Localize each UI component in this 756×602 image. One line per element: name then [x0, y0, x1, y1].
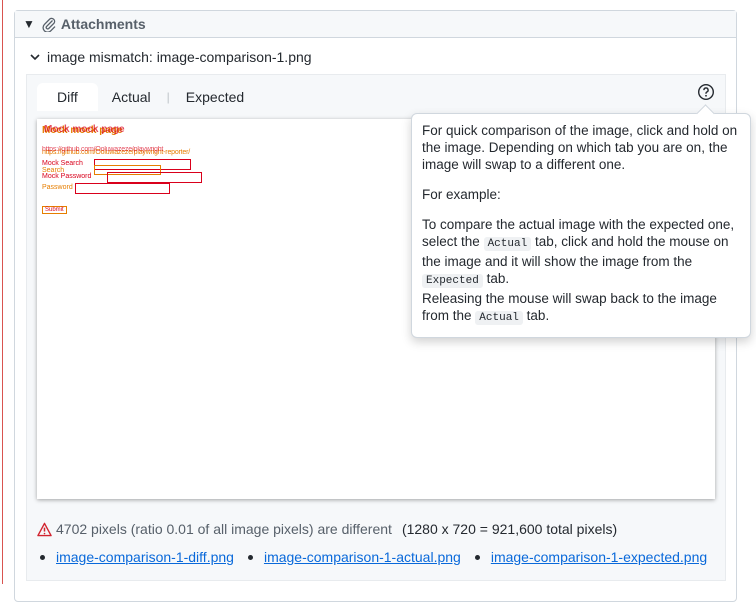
diff-image-title-overlay: Mock mock page — [44, 124, 125, 135]
diff-image-input-box — [75, 183, 170, 194]
list-item: image-comparison-1-diff.png — [40, 549, 234, 565]
diff-image-link[interactable]: image-comparison-1-diff.png — [56, 549, 234, 565]
bullet — [40, 554, 45, 560]
attachment-links: image-comparison-1-diff.png image-compar… — [40, 549, 721, 565]
bullet — [247, 554, 253, 560]
tooltip-code: Expected — [422, 274, 483, 288]
attachment-item-header[interactable]: image mismatch: image-comparison-1.png — [29, 49, 312, 65]
expected-image-link[interactable]: image-comparison-1-expected.png — [491, 549, 707, 565]
tab-expected[interactable]: Expected — [172, 83, 258, 111]
tooltip-paragraph: For quick comparison of the image, click… — [422, 123, 738, 172]
diff-stats: 4702 pixels (ratio 0.01 of all image pix… — [37, 521, 617, 537]
chevron-down-icon[interactable] — [29, 51, 41, 63]
diff-pixels-text: 4702 pixels (ratio 0.01 of all image pix… — [56, 521, 392, 537]
tooltip-code: Actual — [483, 237, 532, 251]
diff-image-field-label: Mock Search — [42, 160, 83, 167]
tab-separator: | — [166, 90, 170, 104]
diff-image-input-box — [107, 172, 202, 183]
tooltip-code: Actual — [475, 311, 523, 325]
tab-actual[interactable]: Actual — [98, 83, 165, 111]
tab-diff[interactable]: Diff — [37, 83, 98, 111]
help-circle-icon[interactable] — [697, 83, 715, 101]
diff-image-submit: Submit — [42, 206, 67, 214]
tooltip-paragraph: For example: — [422, 187, 501, 202]
tooltip-paragraph: Releasing the mouse will swap back to th… — [422, 290, 740, 327]
attachment-item-title: image mismatch: image-comparison-1.png — [47, 49, 312, 65]
attachments-header-label: Attachments — [60, 16, 146, 32]
diff-image-url-overlay: https://github.com/Ooluwazeze/playwright — [42, 146, 164, 153]
tooltip-paragraph: To compare the actual image with the exp… — [422, 216, 740, 290]
attachments-header[interactable]: ▼ Attachments — [15, 11, 736, 38]
bullet — [474, 554, 480, 560]
caret-down-icon[interactable]: ▼ — [23, 17, 35, 31]
tooltip-text: tab. — [486, 271, 510, 286]
diff-image-field-label: Mock Password — [42, 173, 92, 180]
image-diff-tabs: Diff Actual | Expected — [37, 83, 258, 111]
paperclip-icon — [42, 17, 56, 32]
diff-image-field-label: Password — [42, 184, 73, 191]
total-pixels-text: (1280 x 720 = 921,600 total pixels) — [401, 521, 618, 537]
help-tooltip: For quick comparison of the image, click… — [411, 104, 751, 338]
left-border-line — [2, 0, 3, 584]
actual-image-link[interactable]: image-comparison-1-actual.png — [264, 549, 461, 565]
warning-icon — [37, 522, 52, 536]
list-item: image-comparison-1-expected.png — [474, 549, 707, 565]
list-item: image-comparison-1-actual.png — [247, 549, 461, 565]
tooltip-text: tab. — [526, 308, 550, 323]
tooltip-text: Releasing the mouse will swap back to th… — [422, 291, 717, 323]
